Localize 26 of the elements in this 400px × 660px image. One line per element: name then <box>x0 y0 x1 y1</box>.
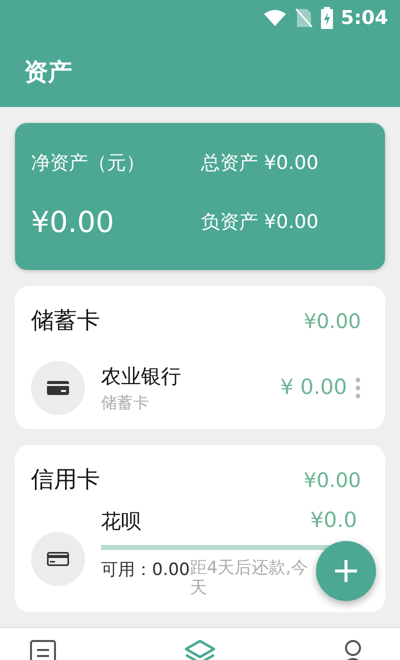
group-total: ¥0.00 <box>304 466 361 494</box>
total-assets-text: 总资产 ¥0.00 <box>201 151 318 176</box>
app-title: 资产 <box>24 56 72 88</box>
account-balance: ¥ 0.00 <box>280 374 347 401</box>
layers-icon <box>185 640 215 660</box>
no-sim-icon <box>294 8 313 28</box>
battery-charging-icon <box>320 7 333 29</box>
group-total: ¥0.00 <box>304 308 361 336</box>
net-assets-value: ¥0.00 <box>31 204 116 240</box>
account-balance: ¥0.0 <box>310 507 357 534</box>
wifi-icon <box>262 9 287 27</box>
repayment-note: 距4天后还款,今 <box>190 558 308 578</box>
account-type: 储蓄卡 <box>101 392 150 414</box>
liabilities-text: 负资产 ¥0.00 <box>201 210 318 235</box>
account-name: 农业银行 <box>101 362 182 390</box>
card-icon <box>47 552 69 566</box>
group-title: 储蓄卡 <box>31 307 100 336</box>
plus-icon <box>334 559 358 583</box>
repayment-note: 天 <box>190 578 208 598</box>
more-icon[interactable] <box>355 376 361 400</box>
card-icon <box>47 380 69 394</box>
group-title: 信用卡 <box>31 466 100 494</box>
net-assets-label: 净资产（元） <box>31 151 146 176</box>
available-credit: 可用：0.00 <box>101 558 190 582</box>
clock-time: 5:04 <box>340 6 388 31</box>
account-name: 花呗 <box>101 508 141 535</box>
